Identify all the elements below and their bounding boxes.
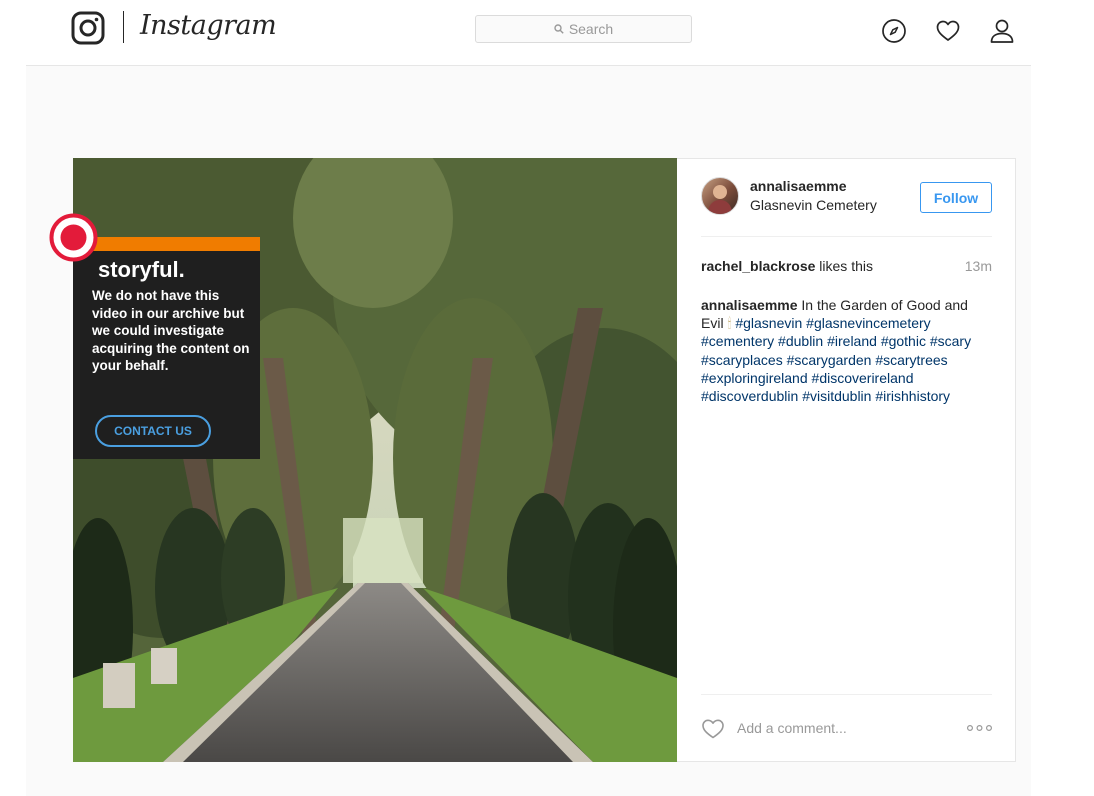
like-heart-icon[interactable] — [701, 717, 725, 739]
storyful-message: We do not have this video in our archive… — [92, 288, 250, 373]
post-caption: annalisaemme In the Garden of Good and E… — [701, 296, 992, 405]
contact-us-button[interactable]: CONTACT US — [95, 415, 211, 447]
divider — [701, 236, 992, 237]
search-placeholder: Search — [568, 21, 614, 37]
hashtag-link[interactable]: #glasnevincemetery — [806, 315, 931, 331]
storyful-overlay-panel: storyful. We do not have this video in o… — [73, 237, 260, 459]
post-timestamp[interactable]: 13m — [940, 258, 992, 274]
candle-emoji: 🕯 — [727, 315, 732, 332]
hashtag-link[interactable]: #visitdublin — [802, 388, 871, 404]
avatar[interactable] — [701, 177, 739, 215]
hashtag-link[interactable]: #exploringireland — [701, 370, 808, 386]
likes-username[interactable]: rachel_blackrose — [701, 258, 815, 274]
comment-input[interactable] — [737, 718, 937, 738]
logo-divider — [123, 11, 124, 43]
hashtag-link[interactable]: #ireland — [827, 333, 877, 349]
likes-line: rachel_blackrose likes this — [701, 258, 873, 274]
caption-username[interactable]: annalisaemme — [701, 297, 798, 313]
hashtag-link[interactable]: #scarytrees — [875, 352, 947, 368]
profile-icon[interactable] — [989, 18, 1015, 44]
hashtag-link[interactable]: #irishhistory — [875, 388, 950, 404]
hashtag-link[interactable]: #discoverdublin — [701, 388, 798, 404]
hashtag-link[interactable]: #scary — [930, 333, 971, 349]
instagram-wordmark[interactable]: Instagram — [140, 6, 277, 46]
follow-button[interactable]: Follow — [920, 182, 992, 213]
caption-hashtags: #glasnevin #glasnevincemetery #cementery… — [701, 315, 971, 404]
hashtag-link[interactable]: #glasnevin — [735, 315, 802, 331]
hashtag-link[interactable]: #discoverireland — [812, 370, 914, 386]
explore-compass-icon[interactable] — [881, 18, 907, 44]
hashtag-link[interactable]: #gothic — [881, 333, 926, 349]
search-input[interactable]: Search — [475, 15, 692, 43]
hashtag-link[interactable]: #scarygarden — [787, 352, 872, 368]
divider — [701, 694, 992, 695]
storyful-brand: storyful. — [98, 257, 185, 282]
more-options-icon[interactable] — [966, 722, 993, 734]
hashtag-link[interactable]: #scaryplaces — [701, 352, 783, 368]
hashtag-link[interactable]: #dublin — [778, 333, 823, 349]
post-location[interactable]: Glasnevin Cemetery — [750, 197, 877, 213]
record-icon — [49, 213, 98, 262]
post-username[interactable]: annalisaemme — [750, 178, 847, 194]
search-icon — [554, 24, 564, 34]
top-navigation-bar: Instagram Search — [26, 0, 1031, 66]
instagram-glyph-icon[interactable] — [71, 11, 105, 45]
activity-heart-icon[interactable] — [935, 18, 961, 44]
hashtag-link[interactable]: #cementery — [701, 333, 774, 349]
likes-suffix: likes this — [815, 258, 873, 274]
storyful-accent-bar — [73, 237, 260, 251]
